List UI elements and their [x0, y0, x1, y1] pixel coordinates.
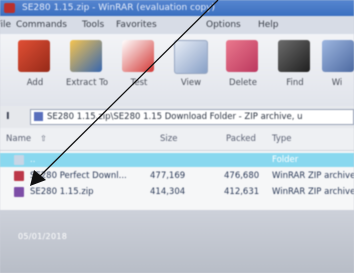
file-type: WinRAR ZIP archive — [272, 187, 354, 197]
extract-folder-icon — [70, 40, 102, 72]
delete-books-icon — [226, 40, 258, 72]
menu-commands[interactable]: Commands — [16, 16, 67, 34]
column-packed[interactable]: Packed — [226, 128, 256, 150]
file-type: WinRAR ZIP archive — [272, 171, 354, 181]
column-type[interactable]: Type — [272, 128, 292, 150]
view-glasses-icon — [174, 40, 208, 74]
add-button[interactable]: Add — [14, 40, 56, 100]
file-row-se280[interactable]: SE280 1.15.zip 414,304 412,631 WinRAR ZI… — [0, 185, 354, 199]
file-list-header: Name ⇧ Size Packed Type — [0, 128, 354, 151]
zip-archive-icon — [34, 112, 43, 121]
winrar-window: SE280 1.15.zip - WinRAR (evaluation copy… — [0, 0, 354, 273]
archive-path-field[interactable]: SE280 1.15.zip\SE280 1.15 Download Folde… — [30, 109, 354, 125]
menu-tools[interactable]: Tools — [82, 16, 104, 34]
sort-arrow-icon: ⇧ — [40, 134, 47, 143]
wizard-icon — [322, 40, 354, 72]
menu-favorites[interactable]: Favorites — [116, 16, 157, 34]
delete-label: Delete — [229, 78, 257, 88]
zip-file-icon — [14, 171, 24, 181]
file-packed: 476,680 — [224, 171, 260, 181]
view-button[interactable]: View — [170, 40, 212, 100]
delete-button[interactable]: Delete — [222, 40, 264, 100]
file-packed: 412,631 — [224, 187, 260, 197]
menu-file[interactable]: File — [0, 16, 11, 34]
menu-bar: File Commands Tools Favorites Options He… — [0, 16, 354, 34]
winrar-app-icon — [4, 3, 15, 13]
toolbar: Add Extract To Test View Delete Find Wi — [0, 34, 354, 107]
file-size: 477,169 — [150, 171, 186, 181]
photo-date-stamp: 05/01/2018 — [18, 232, 68, 241]
test-clipboard-icon — [122, 40, 154, 72]
wizard-button[interactable]: Wi — [318, 40, 354, 100]
window-title: SE280 1.15.zip - WinRAR (evaluation copy… — [22, 3, 216, 13]
file-size: 414,304 — [150, 187, 186, 197]
address-bar: I SE280 1.15.zip\SE280 1.15 Download Fol… — [0, 106, 354, 129]
file-name: SE280 Perfect Downl... — [30, 171, 127, 181]
lower-blurred-area — [0, 210, 354, 273]
column-name[interactable]: Name — [6, 128, 31, 150]
file-row-parent[interactable]: .. Folder — [0, 153, 354, 167]
find-button[interactable]: Find — [274, 40, 316, 100]
file-row-perfect-download[interactable]: SE280 Perfect Downl... 477,169 476,680 W… — [0, 169, 354, 183]
file-type: Folder — [272, 155, 299, 165]
menu-help[interactable]: Help — [258, 16, 279, 34]
add-label: Add — [26, 78, 44, 88]
add-archive-icon — [18, 40, 50, 72]
file-name: .. — [30, 155, 36, 165]
extract-to-label: Extract To — [65, 78, 109, 88]
find-label: Find — [286, 78, 304, 88]
file-name: SE280 1.15.zip — [30, 187, 94, 197]
title-bar: SE280 1.15.zip - WinRAR (evaluation copy… — [0, 0, 354, 16]
column-size[interactable]: Size — [160, 128, 177, 150]
test-label: Test — [130, 78, 148, 88]
zip-file-icon — [14, 187, 24, 197]
view-label: View — [180, 78, 202, 88]
menu-options[interactable]: Options — [206, 16, 241, 34]
parent-folder-icon — [14, 155, 24, 165]
archive-path: SE280 1.15.zip\SE280 1.15 Download Folde… — [47, 112, 303, 122]
test-button[interactable]: Test — [118, 40, 160, 100]
up-one-level-icon[interactable]: I — [6, 112, 16, 122]
find-binoculars-icon — [278, 40, 310, 72]
wizard-label: Wi — [331, 78, 343, 88]
extract-to-button[interactable]: Extract To — [66, 40, 108, 100]
